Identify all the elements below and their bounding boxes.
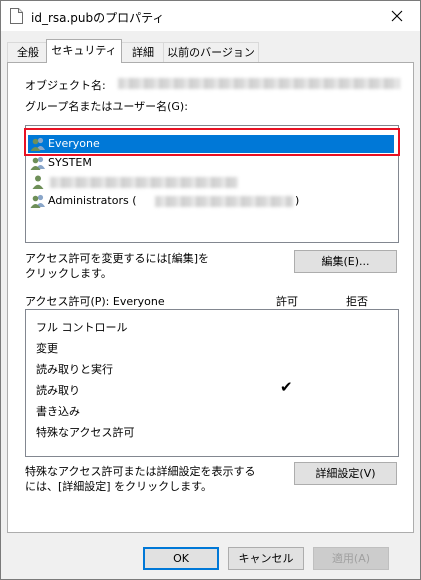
tab-general[interactable]: 全般 [7,42,49,63]
users-group-icon [30,193,46,209]
window-title: id_rsa.pubのプロパティ [31,11,165,25]
ok-button[interactable]: OK [143,547,219,570]
document-icon [10,8,23,24]
permission-row: 書き込み [36,405,80,418]
tab-previous-versions[interactable]: 以前のバージョン [163,42,259,63]
list-item-suffix: ) [295,194,300,207]
users-group-icon [30,155,46,171]
close-button[interactable] [374,1,420,31]
tab-details[interactable]: 詳細 [120,42,166,63]
groups-label: グループ名またはユーザー名(G): [25,100,188,113]
permission-row: 特殊なアクセス許可 [36,426,135,439]
object-name-label: オブジェクト名: [25,79,106,92]
properties-dialog: id_rsa.pubのプロパティ 全般 セキュリティ 詳細 以前のバージョン オ… [0,0,421,580]
permissions-label: アクセス許可(P): Everyone [25,295,165,308]
object-name-value-redacted [118,78,400,89]
deny-column-header: 拒否 [346,295,368,308]
edit-hint-line1: アクセス許可を変更するには[編集]を [25,252,210,265]
advanced-hint-line1: 特殊なアクセス許可または詳細設定を表示する [25,465,256,478]
dialog-body: 全般 セキュリティ 詳細 以前のバージョン オブジェクト名: グループ名またはユ… [1,31,420,579]
advanced-hint-line2: には、[詳細設定] をクリックします。 [25,480,212,493]
title-bar[interactable]: id_rsa.pubのプロパティ [1,1,420,31]
highlight-box [24,128,400,156]
apply-button[interactable]: 適用(A) [313,547,389,570]
cancel-button[interactable]: キャンセル [228,547,304,570]
list-item-label: SYSTEM [48,156,92,169]
list-item-label: Administrators ( [48,194,137,207]
permission-row: 読み取りと実行 [36,363,113,376]
security-panel: オブジェクト名: グループ名またはユーザー名(G): Everyone SYST… [7,62,414,533]
list-item[interactable] [28,173,394,191]
edit-button[interactable]: 編集(E)... [294,250,397,273]
user-name-redacted [50,177,238,188]
permission-row: 読み取り [36,384,80,397]
admin-group-redacted [155,196,293,207]
list-item[interactable]: SYSTEM [28,154,394,172]
permission-row: 変更 [36,342,58,355]
advanced-button[interactable]: 詳細設定(V) [294,462,397,485]
permissions-list[interactable]: フル コントロール 変更 読み取りと実行 読み取り ✔ 書き込み 特殊なアクセス… [25,309,399,457]
permission-row: フル コントロール [36,321,128,334]
allow-checkmark-icon: ✔ [280,378,293,396]
edit-hint-line2: クリックします。 [25,267,112,280]
user-icon [30,174,46,190]
list-item[interactable]: Administrators ( ) [28,192,394,210]
tab-security[interactable]: セキュリティ [46,39,122,63]
allow-column-header: 許可 [276,295,298,308]
close-icon [391,10,403,22]
